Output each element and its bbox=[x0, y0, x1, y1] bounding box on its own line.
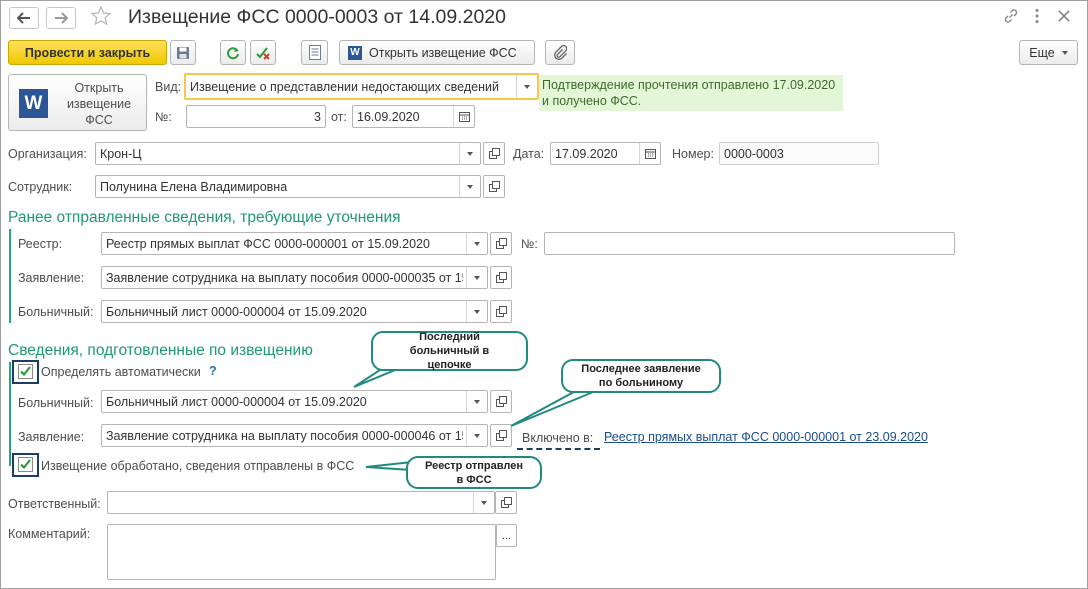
callout-registry-sent-text: Реестр отправлен в ФСС bbox=[425, 459, 523, 486]
callout-last-application: Последнее заявление по больниному bbox=[561, 359, 721, 393]
callout-last-application-text: Последнее заявление по больниному bbox=[581, 363, 701, 389]
callout-last-sick-leave-text: Последний больничный в цепочке bbox=[409, 331, 490, 371]
callout-pointers bbox=[353, 367, 602, 472]
callout-registry-sent: Реестр отправлен в ФСС bbox=[406, 456, 542, 489]
callout-last-sick-leave: Последний больничный в цепочке bbox=[371, 331, 528, 371]
